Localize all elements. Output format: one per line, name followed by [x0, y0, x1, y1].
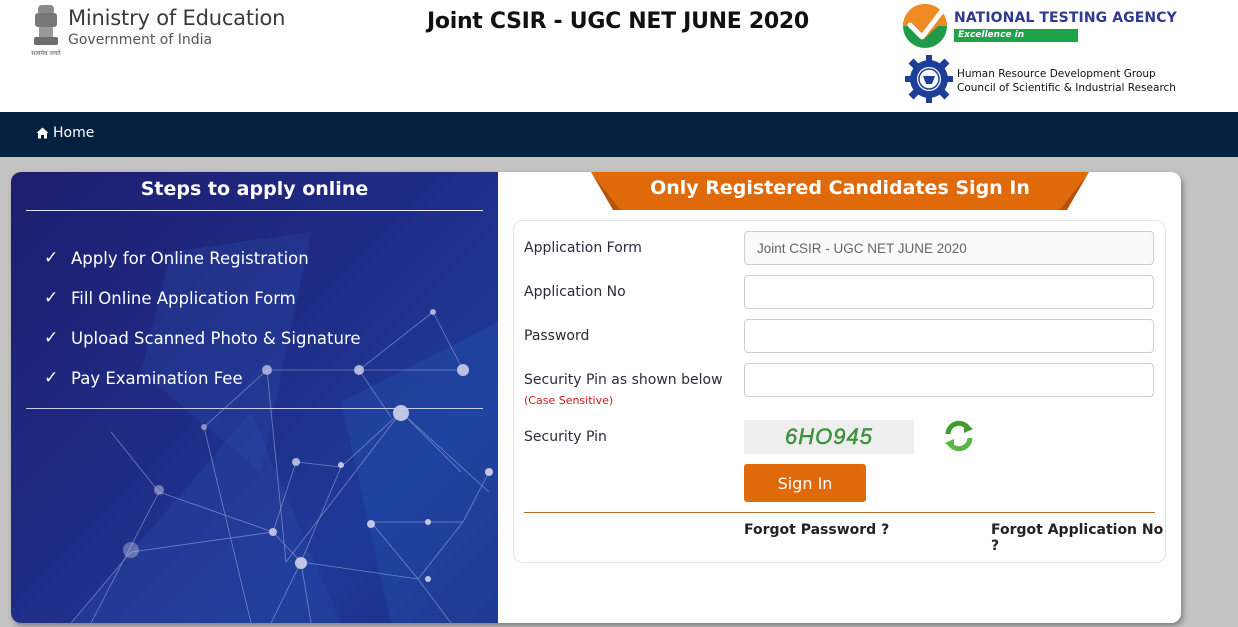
nav-home-link[interactable]: Home — [36, 125, 94, 141]
signin-panel: Only Registered Candidates Sign In Appli… — [498, 172, 1181, 623]
steps-list: ✓ Apply for Online Registration ✓ Fill Onl… — [44, 238, 361, 398]
security-pin-label: Security Pin — [524, 429, 607, 445]
checkmark-icon: ✓ — [44, 288, 59, 308]
national-emblem-icon: सत्यमेव जयते — [31, 5, 61, 57]
application-form-label: Application Form — [524, 240, 642, 256]
checkmark-icon: ✓ — [44, 248, 59, 268]
nta-name: NATIONAL TESTING AGENCY — [954, 10, 1177, 26]
forgot-application-no-link[interactable]: Forgot Application No ? — [991, 522, 1165, 554]
page-title: Joint CSIR - UGC NET JUNE 2020 — [427, 9, 809, 34]
divider — [26, 408, 483, 409]
refresh-captcha-icon[interactable] — [942, 419, 976, 453]
nav-home-label: Home — [53, 125, 95, 141]
csir-logo-icon — [905, 55, 953, 103]
captcha-text: 6HO945 — [785, 424, 873, 449]
password-input[interactable] — [744, 319, 1154, 353]
security-pin-input[interactable] — [744, 363, 1154, 397]
signin-form: Application Form Application No Password… — [513, 220, 1166, 563]
captcha-image: 6HO945 — [744, 420, 914, 454]
checkmark-icon: ✓ — [44, 328, 59, 348]
divider — [26, 210, 483, 211]
application-no-input[interactable] — [744, 275, 1154, 309]
ministry-title: Ministry of Education — [68, 6, 286, 30]
application-form-field[interactable] — [744, 231, 1154, 265]
forgot-password-link[interactable]: Forgot Password ? — [744, 522, 889, 538]
csir-line-1: Human Resource Development Group — [957, 68, 1156, 80]
nta-logo-icon — [903, 4, 947, 48]
case-sensitive-note: (Case Sensitive) — [524, 394, 614, 407]
step-label: Apply for Online Registration — [71, 248, 309, 268]
sign-in-button[interactable]: Sign In — [744, 464, 866, 502]
step-item: ✓ Fill Online Application Form — [44, 278, 361, 318]
step-label: Fill Online Application Form — [71, 288, 296, 308]
step-item: ✓ Upload Scanned Photo & Signature — [44, 318, 361, 358]
divider — [524, 512, 1155, 513]
home-icon — [36, 127, 49, 139]
step-item: ✓ Pay Examination Fee — [44, 358, 361, 398]
step-label: Upload Scanned Photo & Signature — [71, 328, 361, 348]
csir-line-2: Council of Scientific & Industrial Resea… — [957, 82, 1176, 94]
site-header: सत्यमेव जयते Ministry of Education Gover… — [0, 0, 1238, 112]
signin-banner: Only Registered Candidates Sign In — [591, 172, 1089, 210]
security-pin-input-label: Security Pin as shown below — [524, 372, 723, 388]
checkmark-icon: ✓ — [44, 368, 59, 388]
login-card: Steps to apply online ✓ Apply for Online … — [11, 172, 1181, 623]
nav-bar: Home — [0, 112, 1238, 157]
step-item: ✓ Apply for Online Registration — [44, 238, 361, 278]
steps-panel: Steps to apply online ✓ Apply for Online … — [11, 172, 498, 623]
signin-banner-title: Only Registered Candidates Sign In — [650, 177, 1030, 199]
application-no-label: Application No — [524, 284, 626, 300]
svg-text:सत्यमेव जयते: सत्यमेव जयते — [31, 49, 61, 57]
nta-tagline: Excellence in Assessment — [954, 29, 1078, 53]
steps-title: Steps to apply online — [140, 178, 369, 200]
ministry-subtitle: Government of India — [68, 32, 213, 48]
password-label: Password — [524, 328, 590, 344]
step-label: Pay Examination Fee — [71, 368, 243, 388]
